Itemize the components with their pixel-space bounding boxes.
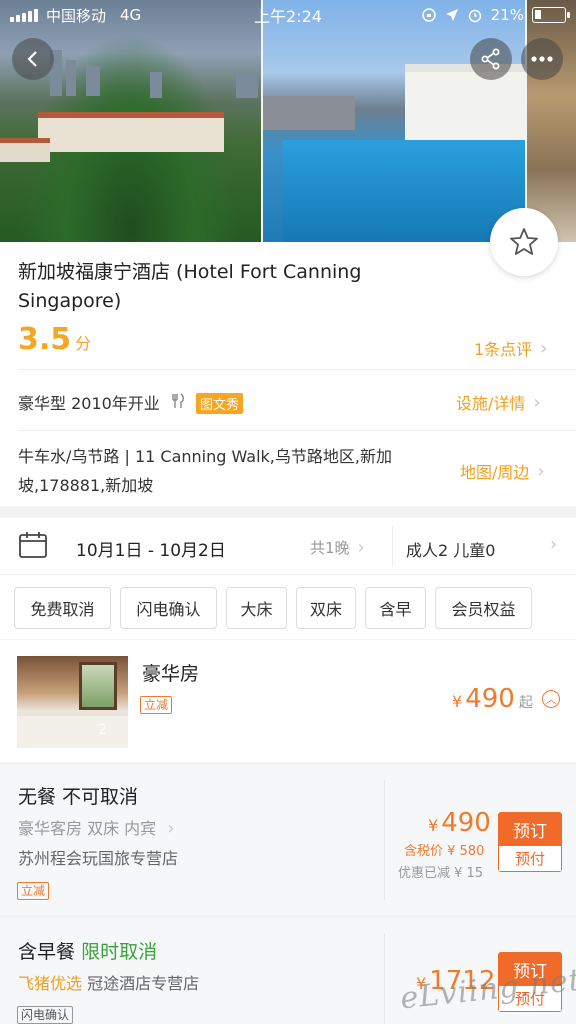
- hotel-exterior-photo[interactable]: [0, 0, 261, 242]
- divider: [392, 526, 393, 566]
- plan-price: ¥ 490: [428, 808, 491, 838]
- hotel-lobby-photo[interactable]: [527, 0, 576, 242]
- hotel-name: 新加坡福康宁酒店 (Hotel Fort Canning Singapore): [18, 261, 362, 312]
- chevron-right-icon: ›: [533, 391, 541, 413]
- room-price: ¥ 490 起: [452, 684, 533, 714]
- filter-twin-bed[interactable]: 双床: [296, 587, 356, 629]
- chevron-right-icon: ›: [167, 818, 175, 839]
- hotel-pool-photo[interactable]: [263, 0, 525, 242]
- discount-tag: 立减: [17, 882, 50, 900]
- hotel-category: 豪华型 2010年开业: [18, 394, 160, 413]
- filter-free-cancel[interactable]: 免费取消: [14, 587, 111, 629]
- currency-symbol: ¥: [452, 692, 463, 711]
- plan-cancel-policy: 限时取消: [81, 941, 158, 963]
- currency-symbol: ¥: [428, 816, 439, 835]
- chevron-right-icon: ›: [357, 537, 365, 558]
- hotel-rating: 3.5 分: [18, 322, 91, 357]
- chevron-right-icon: ›: [537, 460, 545, 482]
- room-title: 豪华房: [142, 663, 200, 685]
- hotel-photo-gallery[interactable]: [0, 0, 576, 242]
- rating-score: 3.5: [18, 322, 72, 357]
- chevron-right-icon: ›: [550, 534, 558, 555]
- rating-unit: 分: [75, 334, 92, 353]
- plan-vendor: 飞猪优选 冠途酒店专营店: [18, 970, 199, 994]
- plan-price-value: 490: [441, 808, 491, 838]
- hotel-address: 牛车水/乌节路 | 11 Canning Walk,乌节路地区,新加坡,1788…: [18, 447, 392, 495]
- divider: [384, 934, 385, 1024]
- facilities-link-label: 设施/详情: [456, 394, 526, 413]
- room-price-value: 490: [465, 684, 515, 714]
- filter-breakfast[interactable]: 含早: [365, 587, 426, 629]
- reviews-link[interactable]: 1条点评 ›: [474, 336, 547, 360]
- status-bar: 中国移动 4G 上午2:24 21%: [0, 0, 576, 30]
- feature-tag[interactable]: 图文秀: [196, 393, 244, 414]
- lock-rotation-icon: [421, 8, 436, 22]
- chevron-left-icon: [27, 51, 37, 67]
- plan-details[interactable]: 豪华客房 双床 内宾 ›: [18, 815, 174, 839]
- hotel-category-row: 豪华型 2010年开业 图文秀: [18, 390, 244, 414]
- map-link-label: 地图/周边: [460, 463, 530, 482]
- room-photo-count: 2: [98, 722, 107, 738]
- stay-dates[interactable]: 10月1日 - 10月2日: [76, 536, 226, 561]
- vendor-brand: 飞猪优选: [18, 974, 83, 993]
- plan-title: 无餐 不可取消: [18, 786, 139, 808]
- collapse-icon[interactable]: ︿: [542, 690, 560, 708]
- discount-saved: 优惠已减 ¥ 15: [398, 866, 484, 881]
- plan-vendor: 苏州程会玩国旅专营店: [18, 849, 179, 868]
- battery-percent: 21%: [490, 6, 524, 24]
- calendar-icon: [19, 532, 47, 558]
- book-button[interactable]: 预订 预付: [498, 812, 562, 872]
- divider: [18, 369, 576, 370]
- chevron-right-icon: ›: [540, 337, 548, 359]
- nights-count: 共1晚: [310, 539, 350, 557]
- more-icon: [531, 56, 553, 62]
- facilities-link[interactable]: 设施/详情 ›: [456, 390, 541, 414]
- alarm-icon: [468, 9, 481, 23]
- instant-confirm-tag: 闪电确认: [17, 1006, 74, 1024]
- vendor-name: 冠途酒店专营店: [87, 974, 200, 993]
- fork-knife-icon: [171, 393, 185, 413]
- location-icon: [445, 9, 458, 21]
- clock: 上午2:24: [254, 7, 322, 26]
- reviews-link-label: 1条点评: [474, 340, 533, 359]
- prepay-label: 预付: [498, 846, 562, 872]
- share-icon: [481, 48, 500, 70]
- star-icon: [510, 228, 538, 255]
- nights-selector[interactable]: 共1晚 ›: [310, 537, 365, 558]
- plan-meal: 含早餐: [18, 941, 76, 963]
- price-from-label: 起: [518, 695, 533, 711]
- filter-king-bed[interactable]: 大床: [226, 587, 287, 629]
- discount-tag: 立减: [140, 696, 173, 714]
- plan-details-label: 豪华客房 双床 内宾: [18, 819, 157, 838]
- network-type: 4G: [120, 6, 142, 24]
- carrier-name: 中国移动: [46, 6, 107, 25]
- divider: [384, 780, 385, 900]
- guests-selector[interactable]: 成人2 儿童0: [406, 537, 495, 561]
- battery-icon: [532, 7, 570, 23]
- book-button-label: 预订: [498, 812, 562, 846]
- plan-title: 含早餐 限时取消: [18, 937, 157, 964]
- signal-icon: [10, 8, 38, 22]
- share-button[interactable]: [470, 38, 512, 80]
- tax-inclusive-price: 含税价 ¥ 580: [404, 844, 485, 859]
- filter-instant-confirm[interactable]: 闪电确认: [120, 587, 217, 629]
- map-link[interactable]: 地图/周边 ›: [460, 459, 545, 483]
- favorite-button[interactable]: [490, 208, 558, 276]
- more-button[interactable]: [521, 38, 563, 80]
- room-photo[interactable]: [17, 656, 128, 748]
- divider: [18, 430, 576, 431]
- back-button[interactable]: [12, 38, 54, 80]
- filter-member-benefits[interactable]: 会员权益: [435, 587, 532, 629]
